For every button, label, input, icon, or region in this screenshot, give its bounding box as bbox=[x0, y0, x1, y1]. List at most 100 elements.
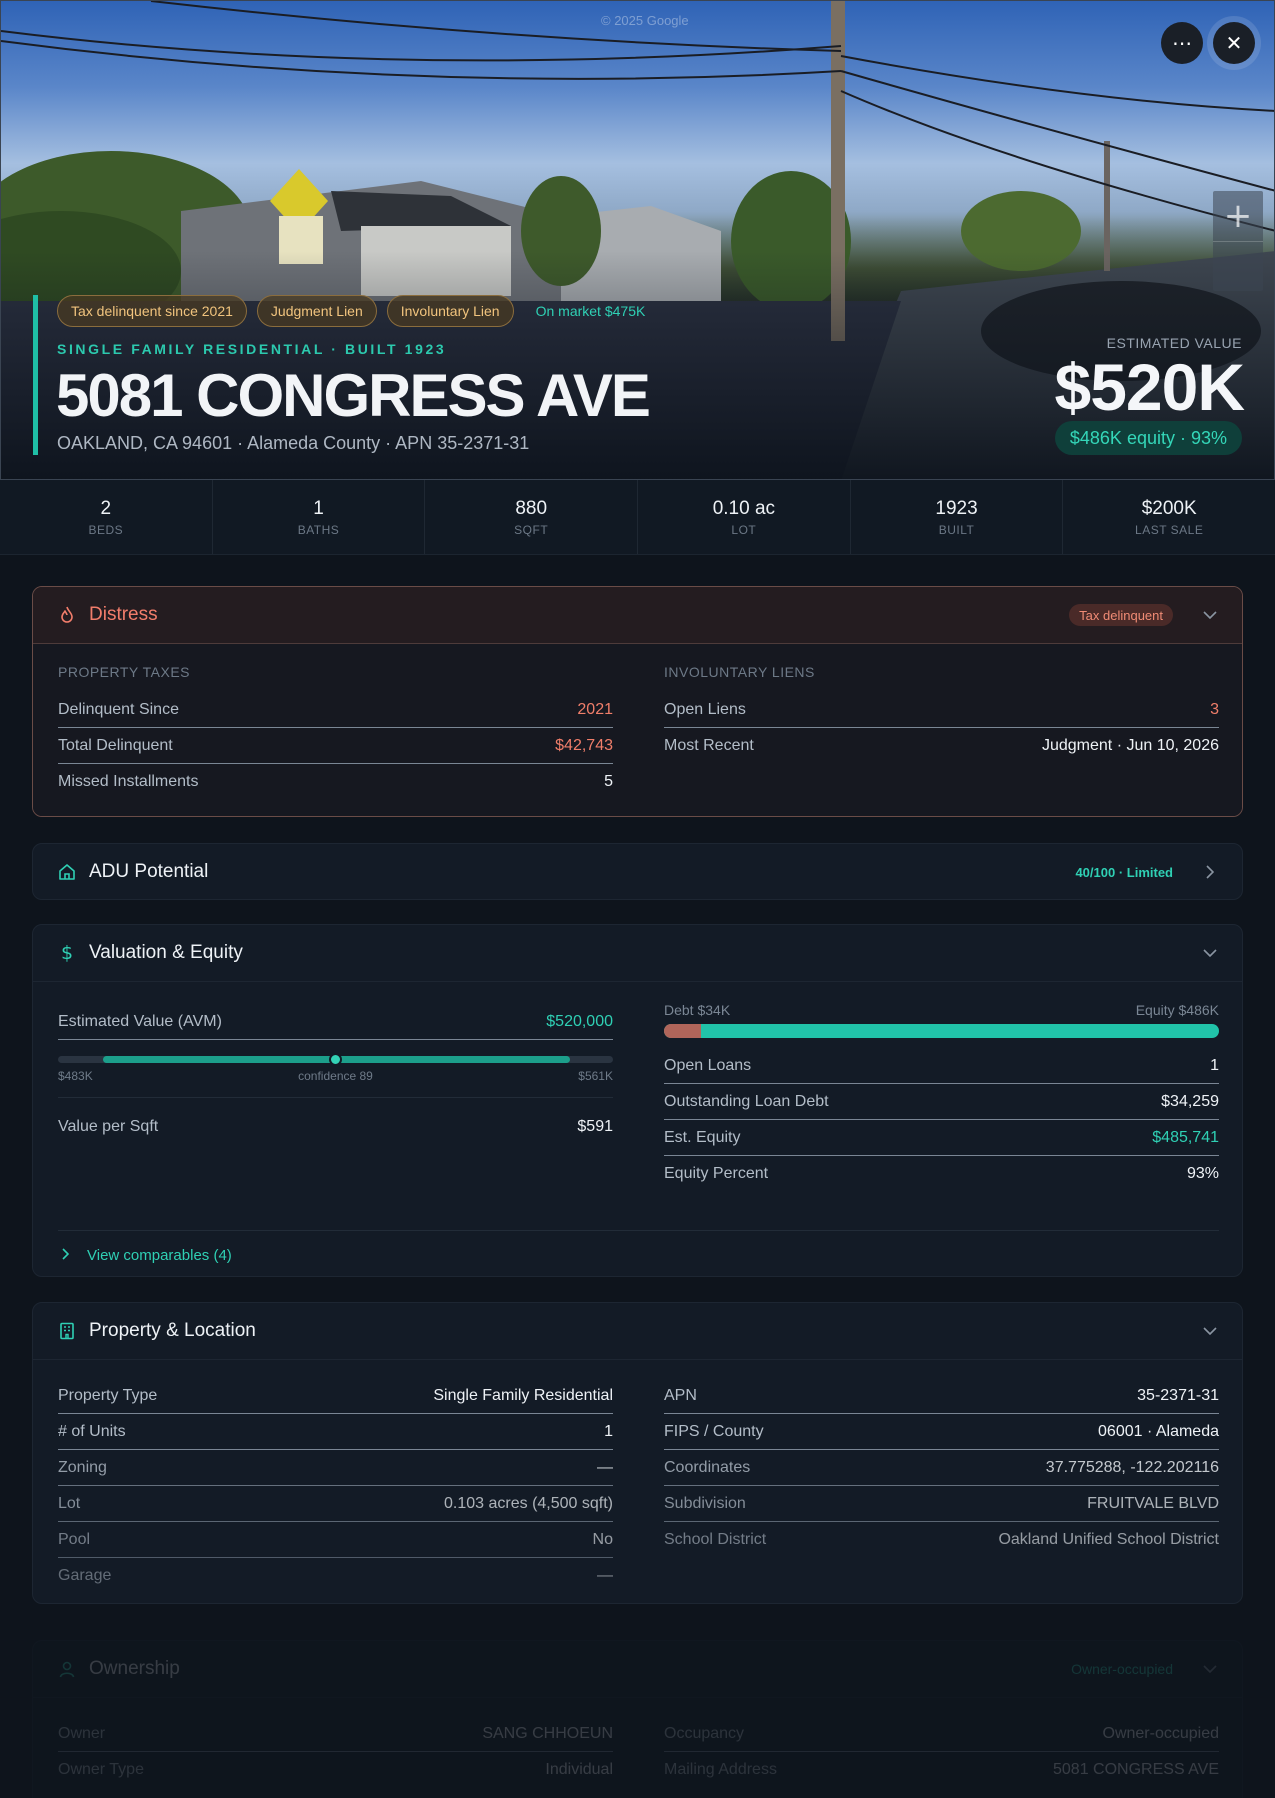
flame-icon bbox=[58, 606, 76, 624]
row-value: SANG CHHOEUN bbox=[482, 1724, 613, 1742]
row-key: Occupancy bbox=[664, 1724, 745, 1742]
row-key: FIPS / County bbox=[664, 1422, 764, 1440]
row-value: — bbox=[597, 1458, 613, 1476]
stat-baths: 1 BATHS bbox=[213, 480, 426, 554]
comparables-label: View comparables (4) bbox=[87, 1247, 232, 1264]
valuation-header[interactable]: $ Valuation & Equity bbox=[33, 925, 1242, 981]
close-button[interactable]: ✕ bbox=[1213, 22, 1255, 64]
row-key: Est. Equity bbox=[664, 1128, 741, 1146]
row-key: Delinquent Since bbox=[58, 700, 179, 718]
ownership-section: Ownership Owner-occupied Owner SANG CHHOE… bbox=[0, 1620, 1275, 1798]
property-header[interactable]: Property & Location bbox=[33, 1303, 1242, 1359]
row-key: Garage bbox=[58, 1567, 112, 1584]
stat-label: LAST SALE bbox=[1135, 522, 1204, 537]
property-subtitle: SINGLE FAMILY RESIDENTIAL · BUILT 1923 bbox=[57, 341, 447, 357]
property-location: OAKLAND, CA 94601 · Alameda County · APN… bbox=[57, 433, 530, 453]
stat-value: $200K bbox=[1141, 497, 1197, 519]
stat-label: SQFT bbox=[514, 522, 549, 537]
row-key: Most Recent bbox=[664, 737, 754, 754]
equity-pill: $486K equity · 93% bbox=[1054, 421, 1242, 455]
avm-estimate-marker bbox=[329, 1053, 342, 1066]
property-taxes-column: PROPERTY TAXES Delinquent Since 2021 Tota… bbox=[58, 664, 613, 800]
ownership-header[interactable]: Ownership Owner-occupied bbox=[33, 1641, 1242, 1697]
adu-header[interactable]: ADU Potential 40/100 · Limited bbox=[33, 844, 1242, 899]
section-label: INVOLUNTARY LIENS bbox=[664, 664, 815, 680]
table-row: # of Units 1 bbox=[58, 1414, 613, 1450]
row-value: Judgment · Jun 10, 2026 bbox=[1041, 737, 1219, 754]
table-row: Subdivision FRUITVALE BLVD bbox=[664, 1486, 1219, 1522]
view-comparables-link[interactable]: View comparables (4) bbox=[58, 1230, 1219, 1276]
stat-label: LOT bbox=[731, 522, 757, 537]
debt-label: Debt $34K bbox=[664, 1002, 731, 1018]
row-key: Open Liens bbox=[664, 700, 746, 718]
table-row: Total Delinquent $42,743 bbox=[58, 728, 613, 764]
row-key: Equity Percent bbox=[664, 1165, 769, 1182]
row-key: Open Loans bbox=[664, 1056, 752, 1074]
property-stats: 2 BEDS 1 BATHS 880 SQFT 0.10 ac LOT 1923 BUIL… bbox=[0, 480, 1275, 555]
stat-label: BEDS bbox=[88, 522, 124, 537]
adu-potential-card[interactable]: ADU Potential 40/100 · Limited bbox=[32, 843, 1243, 900]
row-key: Pool bbox=[58, 1530, 91, 1548]
chevron-right-icon[interactable] bbox=[1203, 865, 1217, 879]
chevron-down-icon[interactable] bbox=[1203, 1662, 1217, 1676]
ownership-left-column: Owner SANG CHHOEUN Owner Type Individual bbox=[58, 1716, 613, 1788]
distress-header[interactable]: Distress Tax delinquent bbox=[33, 587, 1242, 643]
ownership-badge: Owner-occupied bbox=[1071, 1661, 1173, 1677]
distress-body: PROPERTY TAXES Delinquent Since 2021 Tota… bbox=[33, 643, 1242, 816]
ownership-card: Ownership Owner-occupied Owner SANG CHHOE… bbox=[32, 1640, 1243, 1798]
more-icon: ⋯ bbox=[1172, 31, 1192, 55]
row-value: $42,743 bbox=[555, 736, 613, 754]
row-value: 1 bbox=[604, 1422, 613, 1440]
row-value: Owner-occupied bbox=[1102, 1724, 1220, 1742]
row-value: $591 bbox=[577, 1118, 613, 1135]
row-key: APN bbox=[664, 1386, 697, 1404]
table-row: Lot 0.103 acres (4,500 sqft) bbox=[58, 1486, 613, 1522]
table-row: Owner SANG CHHOEUN bbox=[58, 1716, 613, 1752]
table-row: FIPS / County 06001 · Alameda bbox=[664, 1414, 1219, 1450]
person-icon bbox=[58, 1660, 76, 1678]
equity-rows: Open Loans 1 Outstanding Loan Debt $34,259… bbox=[664, 1048, 1219, 1192]
distress-badge: Tax delinquent bbox=[1069, 604, 1173, 626]
row-key: Total Delinquent bbox=[58, 736, 173, 754]
chip-on-market: On market $475K bbox=[535, 303, 646, 319]
valuation-body: Estimated Value (AVM) $520,000 $483K conf… bbox=[33, 981, 1242, 1276]
avm-column: Estimated Value (AVM) $520,000 $483K conf… bbox=[58, 1004, 613, 1135]
row-value: 1 bbox=[1210, 1056, 1219, 1074]
debt-equity-bar bbox=[664, 1024, 1219, 1038]
chevron-down-icon[interactable] bbox=[1203, 946, 1217, 960]
table-row: Missed Installments 5 bbox=[58, 764, 613, 800]
row-value: 0.103 acres (4,500 sqft) bbox=[444, 1494, 613, 1512]
zoom-in-button[interactable]: + bbox=[1213, 191, 1263, 241]
adu-score-badge: 40/100 · Limited bbox=[1075, 864, 1173, 880]
close-icon: ✕ bbox=[1225, 31, 1243, 55]
property-right-column: APN 35-2371-31 FIPS / County 06001 · Alame… bbox=[664, 1378, 1219, 1558]
chip-judgment-lien: Judgment Lien bbox=[256, 295, 377, 327]
zoom-divider bbox=[1213, 241, 1263, 242]
stat-value: 1923 bbox=[935, 497, 978, 519]
stat-beds: 2 BEDS bbox=[0, 480, 213, 554]
table-row: APN 35-2371-31 bbox=[664, 1378, 1219, 1414]
table-row: Mailing Address 5081 CONGRESS AVE bbox=[664, 1752, 1219, 1788]
row-key: Owner Type bbox=[58, 1761, 144, 1778]
stat-value: 2 bbox=[100, 497, 112, 519]
stat-label: BUILT bbox=[938, 522, 975, 537]
ownership-body: Owner SANG CHHOEUN Owner Type Individual O… bbox=[33, 1697, 1242, 1798]
more-options-button[interactable]: ⋯ bbox=[1161, 22, 1203, 64]
avm-range-labels: $483K confidence 89 $561K bbox=[58, 1069, 613, 1083]
property-location-card: Property & Location Property Type Single … bbox=[32, 1302, 1243, 1604]
row-key: Lot bbox=[58, 1494, 81, 1512]
row-value: $485,741 bbox=[1152, 1128, 1219, 1146]
chevron-down-icon[interactable] bbox=[1203, 1324, 1217, 1338]
row-key: Coordinates bbox=[664, 1458, 751, 1476]
row-key: Property Type bbox=[58, 1386, 158, 1404]
row-value: 3 bbox=[1210, 700, 1219, 718]
chip-tax-delinquent: Tax delinquent since 2021 bbox=[57, 295, 247, 327]
row-value: FRUITVALE BLVD bbox=[1087, 1494, 1219, 1512]
row-value: 35-2371-31 bbox=[1137, 1386, 1219, 1404]
chevron-down-icon[interactable] bbox=[1203, 608, 1217, 622]
row-value: Individual bbox=[545, 1761, 613, 1778]
status-chips: Tax delinquent since 2021 Judgment Lien … bbox=[57, 295, 657, 327]
section-label: PROPERTY TAXES bbox=[58, 664, 191, 680]
row-key: Zoning bbox=[58, 1458, 107, 1476]
table-row: Most Recent Judgment · Jun 10, 2026 bbox=[664, 728, 1219, 764]
